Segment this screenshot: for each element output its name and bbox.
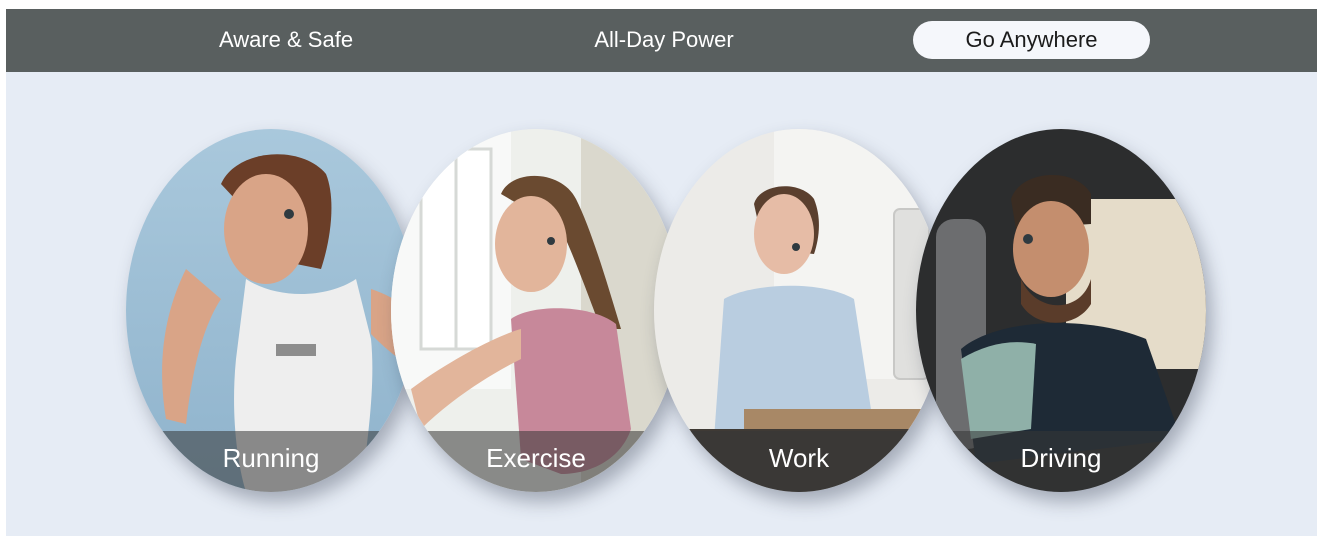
card-driving[interactable]: Driving [916, 129, 1206, 492]
card-exercise[interactable]: Exercise [391, 129, 681, 492]
card-work[interactable]: Work [654, 129, 944, 492]
card-label: Exercise [391, 431, 681, 492]
card-running[interactable]: Running [126, 129, 416, 492]
card-label: Running [126, 431, 416, 492]
card-label: Driving [916, 431, 1206, 492]
scenario-section: Aware & Safe All-Day Power Go Anywhere R… [6, 9, 1317, 536]
tab-all-day-power[interactable]: All-Day Power [554, 21, 774, 59]
tab-aware-safe[interactable]: Aware & Safe [181, 21, 391, 59]
tab-go-anywhere[interactable]: Go Anywhere [913, 21, 1150, 59]
card-label: Work [654, 431, 944, 492]
tab-bar: Aware & Safe All-Day Power Go Anywhere [6, 9, 1317, 72]
